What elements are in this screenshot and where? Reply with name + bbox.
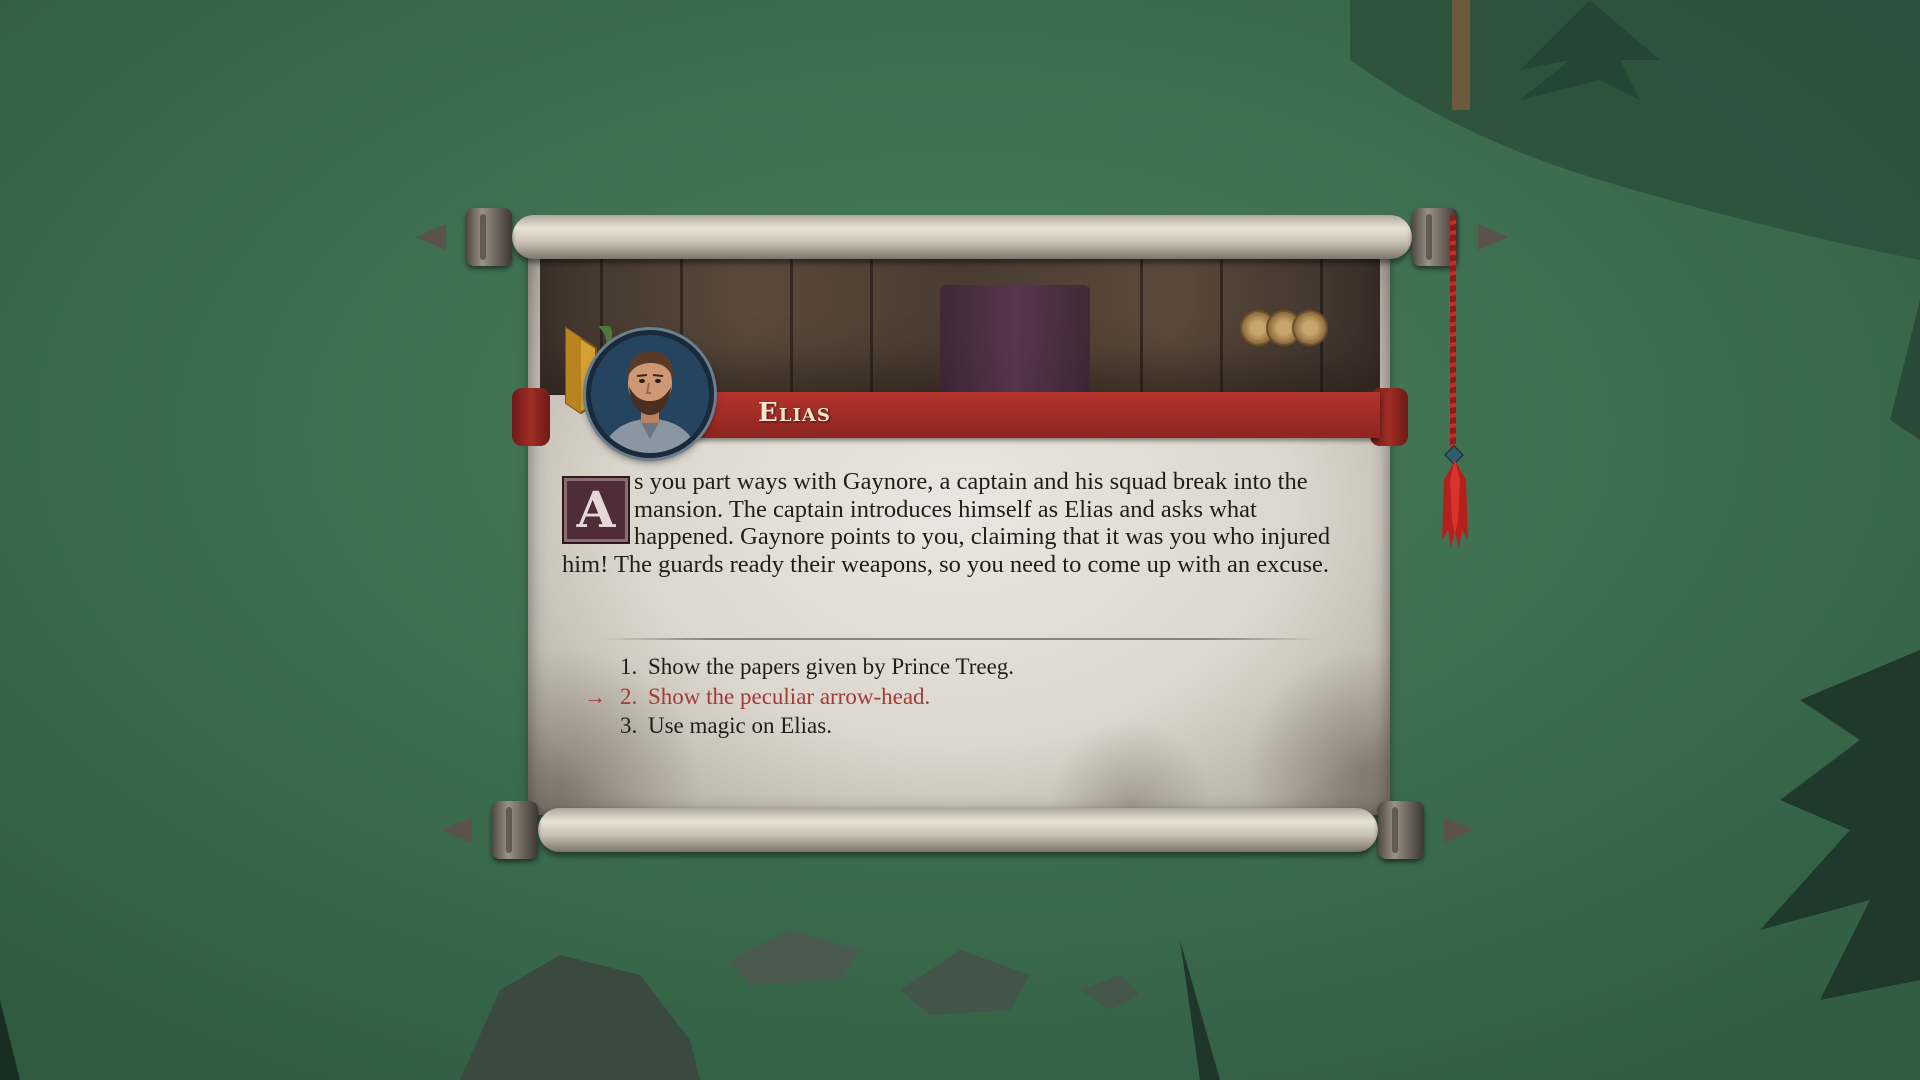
- dialog-choices: 1. Show the papers given by Prince Treeg.…: [584, 652, 1304, 741]
- character-portrait-icon: [586, 330, 714, 458]
- divider: [600, 638, 1320, 640]
- choice-text: Show the peculiar arrow-head.: [648, 683, 931, 709]
- scroll-rod-top: [416, 208, 1508, 266]
- narration-text: s you part ways with Gaynore, a captain …: [562, 468, 1360, 578]
- tassel-icon: [1442, 460, 1468, 548]
- choice-number: 1.: [620, 654, 638, 679]
- scroll-rod-bottom: [442, 801, 1474, 859]
- curtain-illustration: [940, 285, 1090, 395]
- plates-illustration: [1240, 310, 1330, 346]
- arrow-right-icon: →: [584, 683, 606, 709]
- narration-body: s you part ways with Gaynore, a captain …: [562, 468, 1331, 578]
- choice-text: Use magic on Elias.: [648, 713, 832, 738]
- choice-number: 3.: [620, 713, 638, 738]
- choice-1[interactable]: 1. Show the papers given by Prince Treeg.: [584, 652, 1304, 682]
- choice-3[interactable]: 3. Use magic on Elias.: [584, 711, 1304, 741]
- choice-2[interactable]: → 2. Show the peculiar arrow-head.: [584, 682, 1304, 712]
- choice-text: Show the papers given by Prince Treeg.: [648, 654, 1015, 679]
- choice-number: 2.: [620, 683, 638, 709]
- speaker-name: Elias: [758, 398, 831, 428]
- scroll-cord: [1450, 215, 1456, 455]
- banner-fold-left: [512, 388, 550, 446]
